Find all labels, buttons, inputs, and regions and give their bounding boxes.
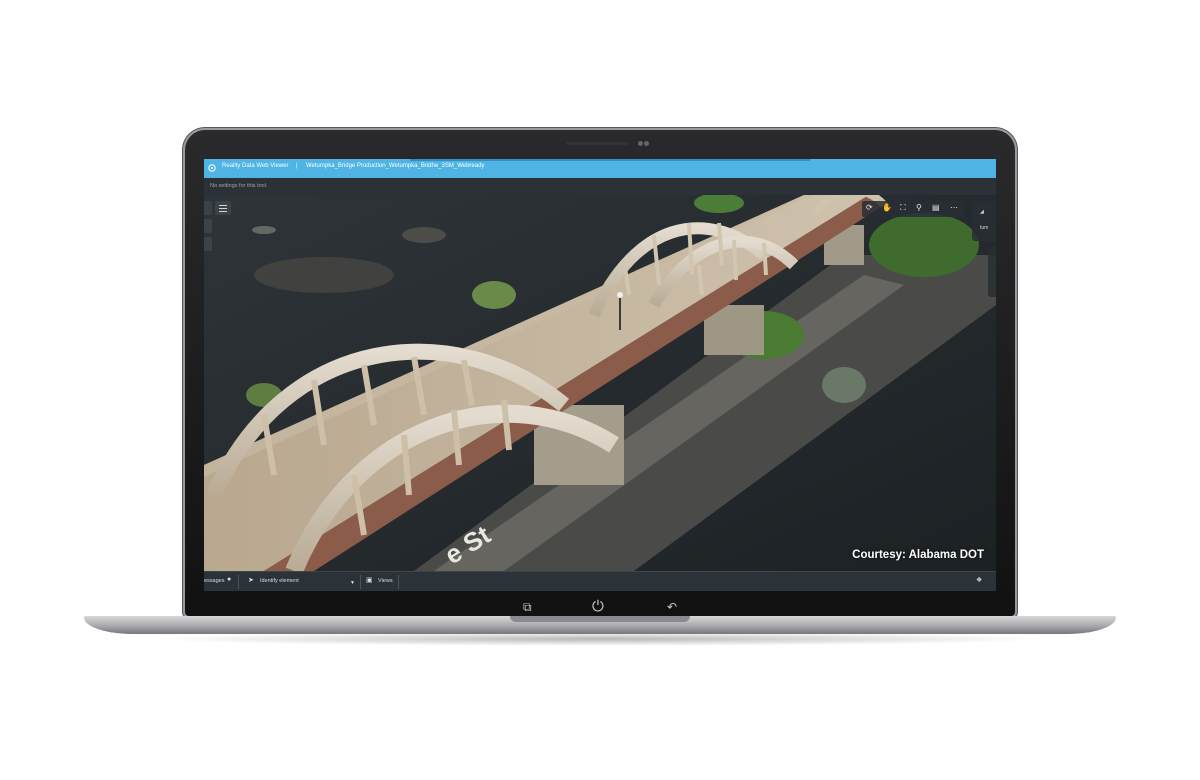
back-icon[interactable]: ↶ — [667, 598, 677, 616]
app-logo-icon — [208, 164, 216, 172]
fit-view-icon[interactable]: ⛶ — [900, 203, 906, 213]
cursor-icon: ➤ — [248, 577, 254, 584]
status-bar: essages ● ➤ Identify element ▼ ▣ Views ❖ — [204, 571, 996, 591]
measure-tool-button[interactable] — [204, 219, 212, 233]
zoom-icon[interactable]: ⚲ — [916, 203, 922, 212]
reality-mesh-viewport[interactable]: e St — [204, 195, 996, 571]
screen: Reality Data Web Viewer | Wetumpka_Bridg… — [204, 159, 996, 591]
view-cube-panel[interactable]: ◢ tum — [972, 201, 996, 241]
menu-icon[interactable] — [215, 201, 231, 215]
speaker-grille — [566, 142, 628, 145]
webcam-icon — [638, 141, 650, 147]
courtesy-caption: Courtesy: Alabama DOT — [852, 549, 984, 561]
messages-button[interactable]: essages — [204, 578, 225, 584]
layers-icon[interactable]: ❖ — [976, 576, 982, 584]
titlebar-highlight — [410, 159, 810, 161]
identify-element-button[interactable]: Identify element — [260, 578, 299, 584]
title-separator: | — [296, 163, 298, 169]
section-tool-button[interactable] — [204, 237, 212, 251]
dropdown-caret-icon[interactable]: ▼ — [350, 580, 355, 586]
view-cube-label: tum — [980, 225, 989, 231]
status-divider — [238, 575, 239, 589]
chat-bubble-icon[interactable]: ● — [227, 576, 231, 583]
window-switch-icon[interactable]: ⧉ — [523, 598, 532, 616]
tool-settings-bar: No settings for this tool. — [204, 178, 996, 195]
calendar-icon[interactable]: ▤ — [932, 203, 940, 212]
pan-hand-icon[interactable]: ✋ — [882, 203, 892, 212]
more-icon[interactable]: ⋯ — [950, 203, 958, 212]
view-cube-arrow-icon: ◢ — [980, 209, 984, 215]
app-title: Reality Data Web Viewer — [222, 163, 289, 169]
tool-settings-message: No settings for this tool. — [210, 183, 268, 189]
laptop-shadow — [150, 632, 1050, 646]
views-button[interactable]: Views — [378, 578, 393, 584]
app-titlebar: Reality Data Web Viewer | Wetumpka_Bridg… — [204, 159, 996, 178]
views-icon: ▣ — [366, 577, 373, 584]
status-divider — [360, 575, 361, 589]
laptop-notch — [510, 616, 690, 622]
power-icon[interactable]: ⏻ — [592, 598, 604, 616]
status-divider — [398, 575, 399, 589]
project-name: Wetumpka_Bridge Production_Wetumpka_Brid… — [306, 163, 485, 169]
right-tool-strip[interactable] — [988, 247, 996, 297]
rotate-icon[interactable]: ⟳ — [866, 203, 873, 212]
navigation-toolbar: ⟳ ✋ ⛶ ⚲ ▤ ⋯ — [862, 201, 964, 217]
bezel-controls: ⧉ ⏻ ↶ — [0, 598, 1200, 616]
select-tool-button[interactable] — [204, 201, 212, 215]
